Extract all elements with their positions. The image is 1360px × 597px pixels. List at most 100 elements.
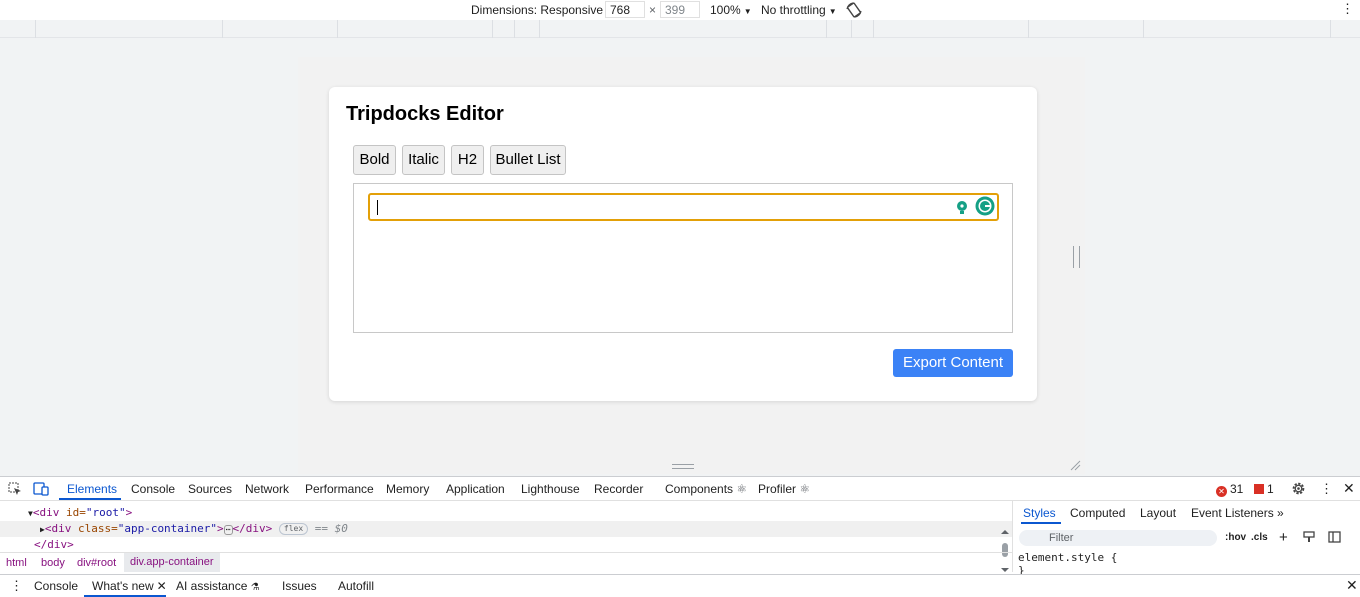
tab-profiler[interactable]: Profiler ⚛ bbox=[758, 482, 810, 496]
dom-tag: > bbox=[125, 506, 133, 519]
breadcrumb-app-container[interactable]: div.app-container bbox=[124, 553, 220, 572]
tab-application[interactable]: Application bbox=[446, 482, 505, 496]
ellipsis-icon[interactable]: ⋯ bbox=[223, 525, 233, 535]
zoom-dropdown[interactable]: 100% ▼ bbox=[710, 3, 752, 17]
more-options-icon[interactable]: ⋮ bbox=[10, 578, 23, 594]
dom-node-root[interactable]: ▼<div id="root"> bbox=[0, 505, 1012, 521]
more-options-icon[interactable]: ⋮ bbox=[1320, 481, 1333, 497]
inspect-element-icon[interactable] bbox=[8, 482, 22, 496]
editor-area[interactable] bbox=[353, 183, 1013, 333]
chevron-down-icon: ▼ bbox=[828, 7, 837, 16]
tab-components[interactable]: Components ⚛ bbox=[665, 482, 747, 496]
editor-card: Tripdocks Editor Bold Italic H2 Bullet L… bbox=[329, 87, 1037, 401]
width-input[interactable]: 768 bbox=[605, 1, 645, 18]
cls-toggle[interactable]: .cls bbox=[1251, 532, 1268, 543]
dom-node-app-container[interactable]: ▶<div class="app-container"> ⋯ </div> flex… bbox=[0, 521, 1012, 537]
error-counter[interactable]: ✕ 31 bbox=[1216, 482, 1243, 497]
active-tab-indicator bbox=[59, 498, 121, 500]
dom-tag: </div> bbox=[34, 538, 74, 551]
ruler-tick[interactable] bbox=[337, 20, 338, 38]
tab-network[interactable]: Network bbox=[245, 482, 289, 496]
bold-button[interactable]: Bold bbox=[353, 145, 396, 175]
hov-toggle[interactable]: :hov bbox=[1225, 532, 1246, 543]
add-rule-icon[interactable]: + bbox=[1279, 529, 1288, 546]
breadcrumb-root[interactable]: div#root bbox=[77, 557, 116, 569]
page-title: Tripdocks Editor bbox=[346, 103, 504, 125]
ruler-tick[interactable] bbox=[1143, 20, 1144, 38]
react-icon: ⚛ bbox=[736, 482, 748, 496]
bullet-list-button[interactable]: Bullet List bbox=[490, 145, 566, 175]
viewport-resize-handle-bottom[interactable] bbox=[672, 464, 694, 469]
chevron-down-icon: ▼ bbox=[743, 7, 752, 16]
tab-recorder[interactable]: Recorder bbox=[594, 482, 643, 496]
grammarly-icon[interactable] bbox=[975, 196, 995, 216]
tab-layout[interactable]: Layout bbox=[1140, 506, 1176, 520]
device-toggle-icon[interactable] bbox=[33, 482, 49, 496]
styles-filter-input[interactable]: Filter bbox=[1019, 530, 1217, 546]
error-icon: ✕ bbox=[1216, 486, 1227, 497]
close-icon[interactable]: ✕ bbox=[157, 579, 167, 593]
close-icon[interactable]: ✕ bbox=[1346, 577, 1358, 594]
tab-elements[interactable]: Elements bbox=[67, 482, 117, 496]
dom-tag: <div bbox=[32, 506, 66, 519]
styles-pane: Styles Computed Layout Event Listeners »… bbox=[1012, 501, 1360, 577]
drawer-tab-autofill[interactable]: Autofill bbox=[338, 579, 374, 593]
sidebar-toggle-icon[interactable] bbox=[1328, 531, 1341, 543]
throttling-dropdown[interactable]: No throttling ▼ bbox=[761, 3, 837, 17]
viewport-resize-handle-right[interactable] bbox=[1073, 246, 1080, 268]
drawer-tab-console[interactable]: Console bbox=[34, 579, 78, 593]
ruler-tick[interactable] bbox=[826, 20, 827, 38]
device-toolbar: Dimensions: Responsive▼ 768 × 399 100%▼ … bbox=[0, 0, 1360, 20]
tab-computed[interactable]: Computed bbox=[1070, 506, 1125, 520]
export-content-button[interactable]: Export Content bbox=[893, 349, 1013, 377]
drawer-tab-issues[interactable]: Issues bbox=[282, 579, 317, 593]
dom-value: "app-container" bbox=[117, 522, 218, 535]
more-options-icon[interactable]: ⋮ bbox=[1341, 1, 1354, 17]
devtools-drawer: ⋮ Console What's new ✕ AI assistance ⚗ Is… bbox=[0, 574, 1360, 597]
times-sign: × bbox=[649, 3, 657, 17]
ruler-tick[interactable] bbox=[539, 20, 540, 38]
drawer-tab-whats-new[interactable]: What's new ✕ bbox=[92, 579, 167, 593]
more-tabs-icon[interactable]: » bbox=[1277, 506, 1284, 520]
lightbulb-icon[interactable] bbox=[952, 198, 972, 218]
ruler-tick[interactable] bbox=[514, 20, 515, 38]
ai-assistance-label: AI assistance bbox=[176, 579, 248, 593]
element-style-selector: element.style { bbox=[1018, 551, 1118, 564]
dom-attr: id= bbox=[65, 506, 86, 519]
text-caret bbox=[377, 200, 378, 215]
italic-button[interactable]: Italic bbox=[402, 145, 445, 175]
flex-badge[interactable]: flex bbox=[278, 523, 309, 535]
ruler-tick[interactable] bbox=[492, 20, 493, 38]
tab-performance[interactable]: Performance bbox=[305, 482, 374, 496]
tab-lighthouse[interactable]: Lighthouse bbox=[521, 482, 580, 496]
rotate-icon[interactable] bbox=[845, 1, 863, 19]
close-icon[interactable]: ✕ bbox=[1343, 480, 1355, 497]
ruler-tick[interactable] bbox=[851, 20, 852, 38]
height-input[interactable]: 399 bbox=[660, 1, 700, 18]
dimensions-dropdown[interactable]: Dimensions: Responsive▼ bbox=[471, 3, 614, 17]
ruler-tick[interactable] bbox=[1330, 20, 1331, 38]
h2-button[interactable]: H2 bbox=[451, 145, 484, 175]
media-query-ruler bbox=[0, 20, 1360, 38]
tab-styles[interactable]: Styles bbox=[1023, 506, 1056, 520]
gear-icon[interactable] bbox=[1291, 481, 1306, 496]
paint-brush-icon[interactable] bbox=[1303, 531, 1315, 543]
ruler-tick[interactable] bbox=[873, 20, 874, 38]
breadcrumb-html[interactable]: html bbox=[6, 557, 27, 569]
ruler-tick[interactable] bbox=[1028, 20, 1029, 38]
ruler-tick[interactable] bbox=[222, 20, 223, 38]
dom-value: "root" bbox=[85, 506, 126, 519]
breadcrumb-body[interactable]: body bbox=[41, 557, 65, 569]
tab-sources[interactable]: Sources bbox=[188, 482, 232, 496]
active-tab-indicator bbox=[1021, 522, 1061, 524]
editor-content-input[interactable] bbox=[368, 193, 999, 221]
tab-memory[interactable]: Memory bbox=[386, 482, 429, 496]
dom-attr: class= bbox=[77, 522, 118, 535]
resize-corner-icon[interactable] bbox=[1069, 459, 1081, 471]
drawer-tab-ai-assistance[interactable]: AI assistance ⚗ bbox=[176, 579, 260, 593]
tab-event-listeners[interactable]: Event Listeners bbox=[1191, 506, 1274, 520]
issue-counter[interactable]: 1 bbox=[1254, 482, 1274, 496]
ruler-tick[interactable] bbox=[35, 20, 36, 38]
tab-console[interactable]: Console bbox=[131, 482, 175, 496]
dom-node-close[interactable]: </div> bbox=[0, 537, 1012, 553]
